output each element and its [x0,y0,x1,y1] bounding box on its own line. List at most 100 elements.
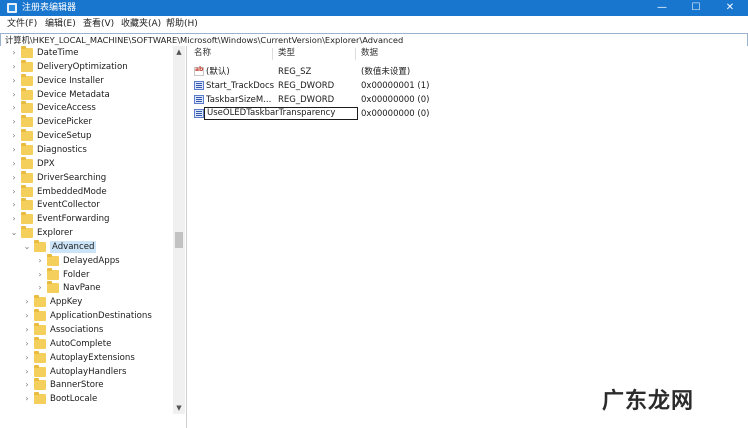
folder-icon [21,115,33,128]
menu-view[interactable]: 查看(V) [83,19,114,30]
menu-help[interactable]: 帮助(H) [166,19,198,30]
chevron-right-icon[interactable]: › [23,311,31,321]
chevron-right-icon[interactable]: › [10,145,18,155]
value-row[interactable]: (默认) REG_SZ (数值未设置) [187,65,748,79]
tree-item[interactable]: › DevicePicker [10,115,92,129]
tree-item[interactable]: › NavPane [36,281,101,295]
column-separator[interactable] [272,48,273,60]
tree-item-label: DelayedApps [63,255,120,266]
chevron-right-icon[interactable]: › [10,62,18,72]
chevron-right-icon[interactable]: › [23,339,31,349]
tree-item[interactable]: › DeviceAccess [10,101,96,115]
tree-item[interactable]: ⌄ Explorer [10,226,73,240]
tree-item-label: Folder [63,269,90,280]
chevron-right-icon[interactable]: › [10,48,18,58]
tree-item-label: DateTime [37,48,79,58]
values-pane: 名称 类型 数据 (默认) REG_SZ (数值未设置) Start_Track… [187,46,748,428]
tree-item[interactable]: › ApplicationDestinations [23,309,152,323]
value-name: (默认) [206,67,230,77]
tree-item[interactable]: ⌄ Advanced [23,239,97,254]
minimize-button[interactable]: — [645,0,679,16]
tree-item-label: DevicePicker [37,117,92,128]
chevron-right-icon[interactable]: › [10,187,18,197]
column-separator[interactable] [355,48,356,60]
chevron-right-icon[interactable]: › [10,159,18,169]
value-data: 0x00000001 (1) [361,81,430,91]
chevron-right-icon[interactable]: › [10,103,18,113]
tree-item[interactable]: › AppKey [23,295,82,309]
dword-value-icon [194,95,204,104]
close-button[interactable]: ✕ [713,0,747,16]
column-header-data[interactable]: 数据 [361,48,378,59]
chevron-right-icon[interactable]: › [10,214,18,224]
scroll-up-icon[interactable]: ▲ [173,46,185,58]
tree-item-label: DeviceAccess [37,103,96,114]
string-value-icon [194,66,204,76]
tree-item[interactable]: › DPX [10,156,55,171]
value-row[interactable]: Start_TrackDocs REG_DWORD 0x00000001 (1) [187,79,748,93]
folder-icon [21,198,33,211]
value-row[interactable]: TaskbarSizeM... REG_DWORD 0x00000000 (0) [187,93,748,107]
chevron-right-icon[interactable]: › [10,200,18,210]
menu-edit[interactable]: 编辑(E) [45,19,76,30]
tree-item[interactable]: › DriverSearching [10,170,106,185]
tree-item[interactable]: › AutoplayHandlers [23,364,127,379]
chevron-right-icon[interactable]: › [10,90,18,100]
chevron-right-icon[interactable]: › [36,270,44,280]
address-bar[interactable]: 计算机\HKEY_LOCAL_MACHINE\SOFTWARE\Microsof… [0,33,748,47]
tree-item-label: EventCollector [37,200,100,211]
chevron-right-icon[interactable]: › [10,131,18,141]
chevron-right-icon[interactable]: › [23,367,31,377]
tree-item[interactable]: › EventCollector [10,198,100,212]
menu-file[interactable]: 文件(F) [7,19,37,30]
maximize-button[interactable]: ☐ [679,0,713,16]
tree-item[interactable]: › DelayedApps [36,253,120,268]
column-header-type[interactable]: 类型 [278,48,295,59]
scroll-thumb[interactable] [175,232,183,248]
chevron-right-icon[interactable]: › [23,380,31,390]
tree-item[interactable]: › Device Metadata [10,87,110,102]
chevron-right-icon[interactable]: › [23,394,31,404]
tree-item-label: EventForwarding [37,214,110,225]
tree-item[interactable]: › DeliveryOptimization [10,59,128,74]
chevron-right-icon[interactable]: › [23,325,31,335]
chevron-right-icon[interactable]: › [36,283,44,293]
tree-item[interactable]: › Folder [36,267,90,282]
tree-item[interactable]: › Diagnostics [10,142,87,157]
tree-item[interactable]: › AutoComplete [23,336,111,351]
folder-icon [34,378,46,391]
tree-item[interactable]: › AutoplayExtensions [23,350,135,365]
tree-item-label: Associations [50,325,104,335]
chevron-down-icon[interactable]: ⌄ [10,228,18,238]
chevron-right-icon[interactable]: › [10,173,18,183]
chevron-right-icon[interactable]: › [10,117,18,127]
folder-icon [21,59,33,72]
window-title: 注册表编辑器 [22,3,77,13]
key-tree: › DateTime › DeliveryOptimization › Device In… [0,46,187,428]
tree-item[interactable]: › DateTime [10,46,79,60]
tree-item[interactable]: › Device Installer [10,73,104,88]
tree-scrollbar[interactable]: ▲ ▼ [173,46,185,414]
tree-item-label: AutoplayHandlers [50,366,127,377]
folder-icon [34,336,46,349]
chevron-right-icon[interactable]: › [10,76,18,86]
tree-item[interactable]: › DeviceSetup [10,129,91,143]
value-row-editing[interactable]: UseOLEDTaskbarTransparency 0x00000000 (0… [187,107,748,121]
tree-item-label: BannerStore [50,380,104,391]
chevron-right-icon[interactable]: › [23,353,31,363]
tree-item[interactable]: › BannerStore [23,378,104,392]
scroll-down-icon[interactable]: ▼ [173,402,185,414]
column-header-name[interactable]: 名称 [194,48,211,59]
folder-icon [21,73,33,86]
value-type: REG_DWORD [278,95,335,105]
tree-item[interactable]: › Associations [23,323,103,337]
chevron-right-icon[interactable]: › [23,297,31,307]
chevron-right-icon[interactable]: › [36,256,44,266]
rename-input[interactable]: UseOLEDTaskbarTransparency [204,107,358,120]
chevron-down-icon[interactable]: ⌄ [23,242,31,252]
tree-item[interactable]: › BootLocale [23,392,97,406]
tree-item[interactable]: › EventForwarding [10,212,109,226]
tree-item[interactable]: › EmbeddedMode [10,184,107,199]
menu-favorites[interactable]: 收藏夹(A) [121,19,161,30]
folder-icon [34,239,46,252]
